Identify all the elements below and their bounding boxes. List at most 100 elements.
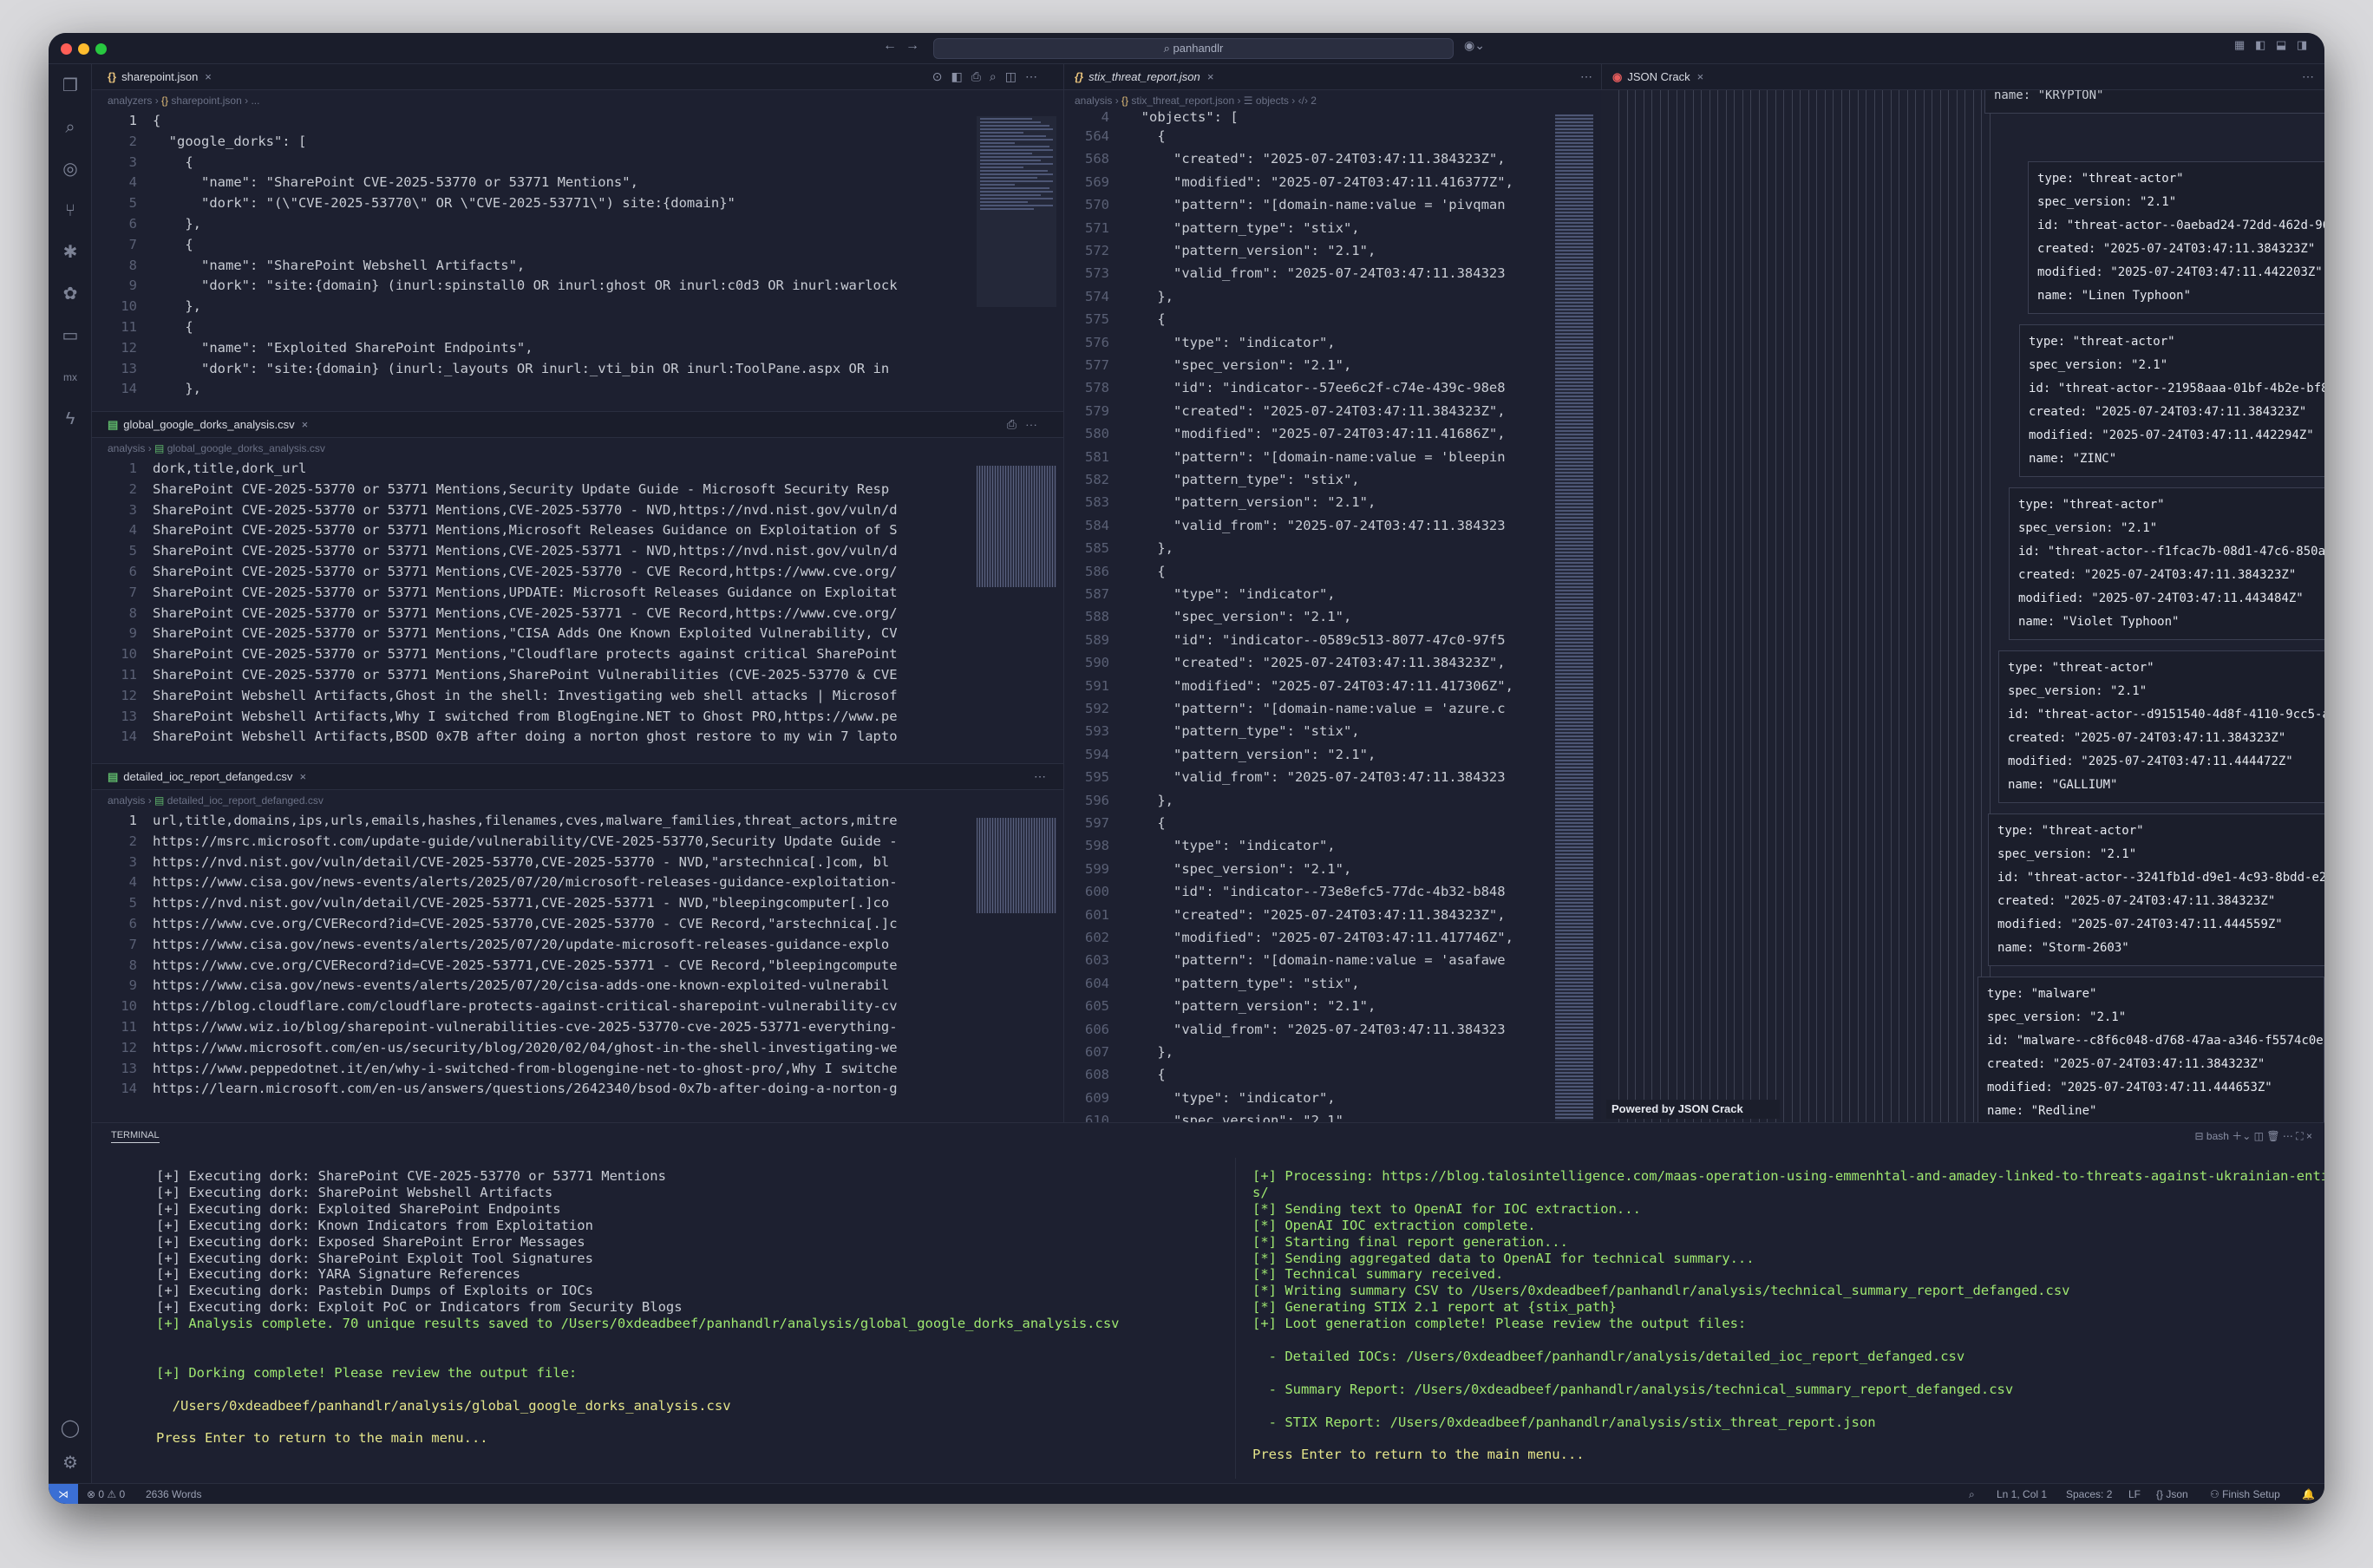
toggle-panel-icon[interactable]: ⬓ — [2276, 38, 2286, 52]
tab-json-crack[interactable]: ◉ JSON Crack × — [1605, 64, 1703, 90]
settings-gear-icon[interactable]: ⚙ — [59, 1452, 82, 1474]
code-lines[interactable]: 1 url,title,domains,ips,urls,emails,hashe… — [92, 813, 1063, 1122]
new-terminal-icon[interactable]: ＋⌄ — [2232, 1130, 2253, 1142]
graph-node[interactable]: type: "threat-actor" spec_version: "2.1" i… — [2019, 324, 2324, 477]
layout-icon[interactable]: ▦ — [2234, 38, 2245, 52]
remote-explorer-icon[interactable]: ▭ — [59, 324, 82, 347]
terminal-tab[interactable]: TERMINAL — [111, 1130, 160, 1143]
tab-global-google-dorks-csv[interactable]: ▤ global_google_dorks_analysis.csv × — [101, 412, 308, 438]
minimap[interactable] — [977, 818, 1056, 913]
close-icon[interactable]: × — [299, 770, 306, 783]
split-terminal-icon[interactable]: ◫ — [2254, 1130, 2267, 1142]
terminal-line: [*] Sending text to OpenAI for IOC extra… — [1252, 1200, 1641, 1217]
mermaid-icon[interactable]: mx — [59, 366, 82, 389]
property-key: modified: — [1987, 1081, 2061, 1094]
breadcrumb-item[interactable]: global_google_dorks_analysis.csv — [167, 442, 325, 454]
explorer-icon[interactable]: ❐ — [59, 75, 82, 97]
terminal-line: Press Enter to return to the main menu..… — [1252, 1447, 1585, 1463]
line-number: 568 — [1085, 151, 1109, 167]
tab-detailed-ioc-csv[interactable]: ▤ detailed_ioc_report_defanged.csv × — [101, 764, 306, 790]
breadcrumb-item[interactable]: objects — [1256, 95, 1289, 107]
minimap[interactable] — [977, 116, 1056, 307]
line-number: 14 — [121, 1081, 137, 1097]
copilot-icon[interactable]: ◎ — [59, 158, 82, 180]
extensions-icon[interactable]: ✿ — [59, 283, 82, 305]
graph-edge — [1800, 90, 1801, 1152]
graph-node[interactable]: type: "threat-actor" spec_version: "2.1" i… — [1998, 650, 2324, 803]
breadcrumb-item[interactable]: ... — [251, 95, 259, 107]
toggle-secondary-sidebar-icon[interactable]: ◨ — [2297, 38, 2307, 52]
more-actions-icon[interactable]: ⋯ — [2302, 69, 2314, 84]
node-property: name: "Redline" — [1987, 1100, 2315, 1123]
code-line: }, — [1125, 540, 1173, 557]
close-window-button[interactable] — [61, 43, 72, 55]
terminal-split-divider[interactable] — [1235, 1158, 1236, 1479]
close-icon[interactable]: × — [1207, 70, 1214, 83]
close-icon[interactable]: × — [302, 418, 309, 431]
code-lines[interactable]: 4 "objects": [564 {568 "created": "2025-… — [1064, 109, 1601, 1122]
close-icon[interactable]: × — [2306, 1130, 2312, 1142]
code-line: https://www.microsoft.com/en-us/security… — [153, 1039, 898, 1055]
breadcrumb-item[interactable]: 2 — [1311, 95, 1317, 107]
zoom-icon[interactable]: ⌕ — [1969, 1484, 1975, 1504]
close-icon[interactable]: × — [1697, 70, 1704, 83]
more-icon[interactable]: ⋯ — [2283, 1130, 2296, 1142]
problems-indicator[interactable]: ⊗ 0 ⚠ 0 — [87, 1484, 125, 1504]
terminal-panel[interactable]: TERMINAL ⊟ bash ＋⌄ ◫ 🗑 ⋯ ⛶ × [+] Executi… — [92, 1122, 2324, 1483]
minimize-window-button[interactable] — [78, 43, 89, 55]
code-line: SharePoint CVE-2025-53770 or 53771 Menti… — [153, 604, 898, 621]
toggle-sidebar-icon[interactable]: ◧ — [2255, 38, 2265, 52]
tab-stix-threat-report[interactable]: {} stix_threat_report.json × — [1068, 64, 1213, 90]
notifications-icon[interactable]: 🔔 — [2302, 1484, 2315, 1504]
editor-actions-icon[interactable]: ⎙⋯ — [1007, 417, 1046, 432]
graph-node[interactable]: type: "threat-actor" spec_version: "2.1" i… — [2009, 487, 2324, 640]
minimap[interactable] — [977, 466, 1056, 587]
indentation[interactable]: Spaces: 2 — [2066, 1484, 2112, 1504]
editor-tabs: {} stix_threat_report.json × ⋯ — [1064, 64, 1601, 90]
code-lines[interactable]: 1 {2 "google_dorks": [3 {4 "name": "Share… — [92, 113, 1063, 411]
graph-edge — [1923, 90, 1925, 1152]
node-property: created: "2025-07-24T03:47:11.384323Z" — [2029, 401, 2324, 424]
source-control-icon[interactable]: ⑂ — [59, 199, 82, 222]
graph-node[interactable]: type: "threat-actor" spec_version: "2.1" i… — [1988, 813, 2324, 966]
graph-node[interactable]: name: "KRYPTON" — [1984, 90, 2324, 114]
editor-actions-icon[interactable]: ⊙◧⎙⌕◫⋯ — [932, 69, 1046, 84]
account-icon[interactable]: ◯ — [59, 1417, 82, 1440]
editor-tabs: {} sharepoint.json × ⊙◧⎙⌕◫⋯ — [92, 64, 1063, 90]
breadcrumb-item[interactable]: analyzers — [108, 95, 152, 107]
maximize-icon[interactable]: ⛶ — [2296, 1130, 2306, 1142]
cursor-position[interactable]: Ln 1, Col 1 — [1997, 1484, 2047, 1504]
close-icon[interactable]: × — [205, 70, 212, 83]
command-center-search[interactable]: ⌕ panhandlr — [933, 38, 1454, 59]
more-actions-icon[interactable]: ⋯ — [1034, 769, 1046, 784]
shell-label[interactable]: bash — [2206, 1130, 2229, 1142]
debug-icon[interactable]: ✱ — [59, 241, 82, 264]
breadcrumb-item[interactable]: stix_threat_report.json — [1131, 95, 1234, 107]
zoom-window-button[interactable] — [95, 43, 107, 55]
search-icon[interactable]: ⌕ — [59, 116, 82, 139]
activity-bar: ❐ ⌕ ◎ ⑂ ✱ ✿ ▭ mx ϟ ◯ ⚙ — [49, 64, 92, 1483]
breadcrumb-item[interactable]: detailed_ioc_report_defanged.csv — [167, 794, 324, 807]
trash-icon[interactable]: 🗑 — [2266, 1130, 2283, 1142]
sticky-scroll-line[interactable]: "objects": [ — [1125, 109, 1239, 125]
setup-indicator[interactable]: ⚇ Finish Setup — [2210, 1484, 2280, 1504]
tab-sharepoint-json[interactable]: {} sharepoint.json × — [101, 64, 212, 90]
forward-arrow-icon[interactable]: → — [905, 38, 919, 54]
terminal-line: [*] Generating STIX 2.1 report at {stix_… — [1252, 1299, 1617, 1316]
more-actions-icon[interactable]: ⋯ — [1580, 69, 1592, 84]
code-lines[interactable]: 1 dork,title,dork_url 2 SharePoint CVE-2025… — [92, 461, 1063, 763]
breadcrumb-item[interactable]: sharepoint.json — [171, 95, 241, 107]
breadcrumb-item[interactable]: analysis — [1075, 95, 1112, 107]
graph-node[interactable]: type: "threat-actor" spec_version: "2.1" i… — [2028, 161, 2324, 314]
json-crack-graph[interactable]: name: "KRYPTON" type: "threat-actor" spec_… — [1601, 90, 2324, 1152]
copilot-icon[interactable]: ◉⌄ — [1464, 38, 1485, 53]
minimap[interactable] — [1555, 114, 1593, 1120]
breadcrumb-item[interactable]: analysis — [108, 442, 145, 454]
breadcrumb-item[interactable]: analysis — [108, 794, 145, 807]
language-mode[interactable]: {} Json — [2156, 1484, 2188, 1504]
thunder-client-icon[interactable]: ϟ — [59, 408, 82, 430]
back-arrow-icon[interactable]: ← — [883, 38, 897, 54]
terminal-line: [+] Executing dork: SharePoint Exploit T… — [156, 1250, 593, 1266]
eol-mode[interactable]: LF — [2128, 1484, 2141, 1504]
remote-icon[interactable]: ⋊ — [49, 1484, 78, 1504]
